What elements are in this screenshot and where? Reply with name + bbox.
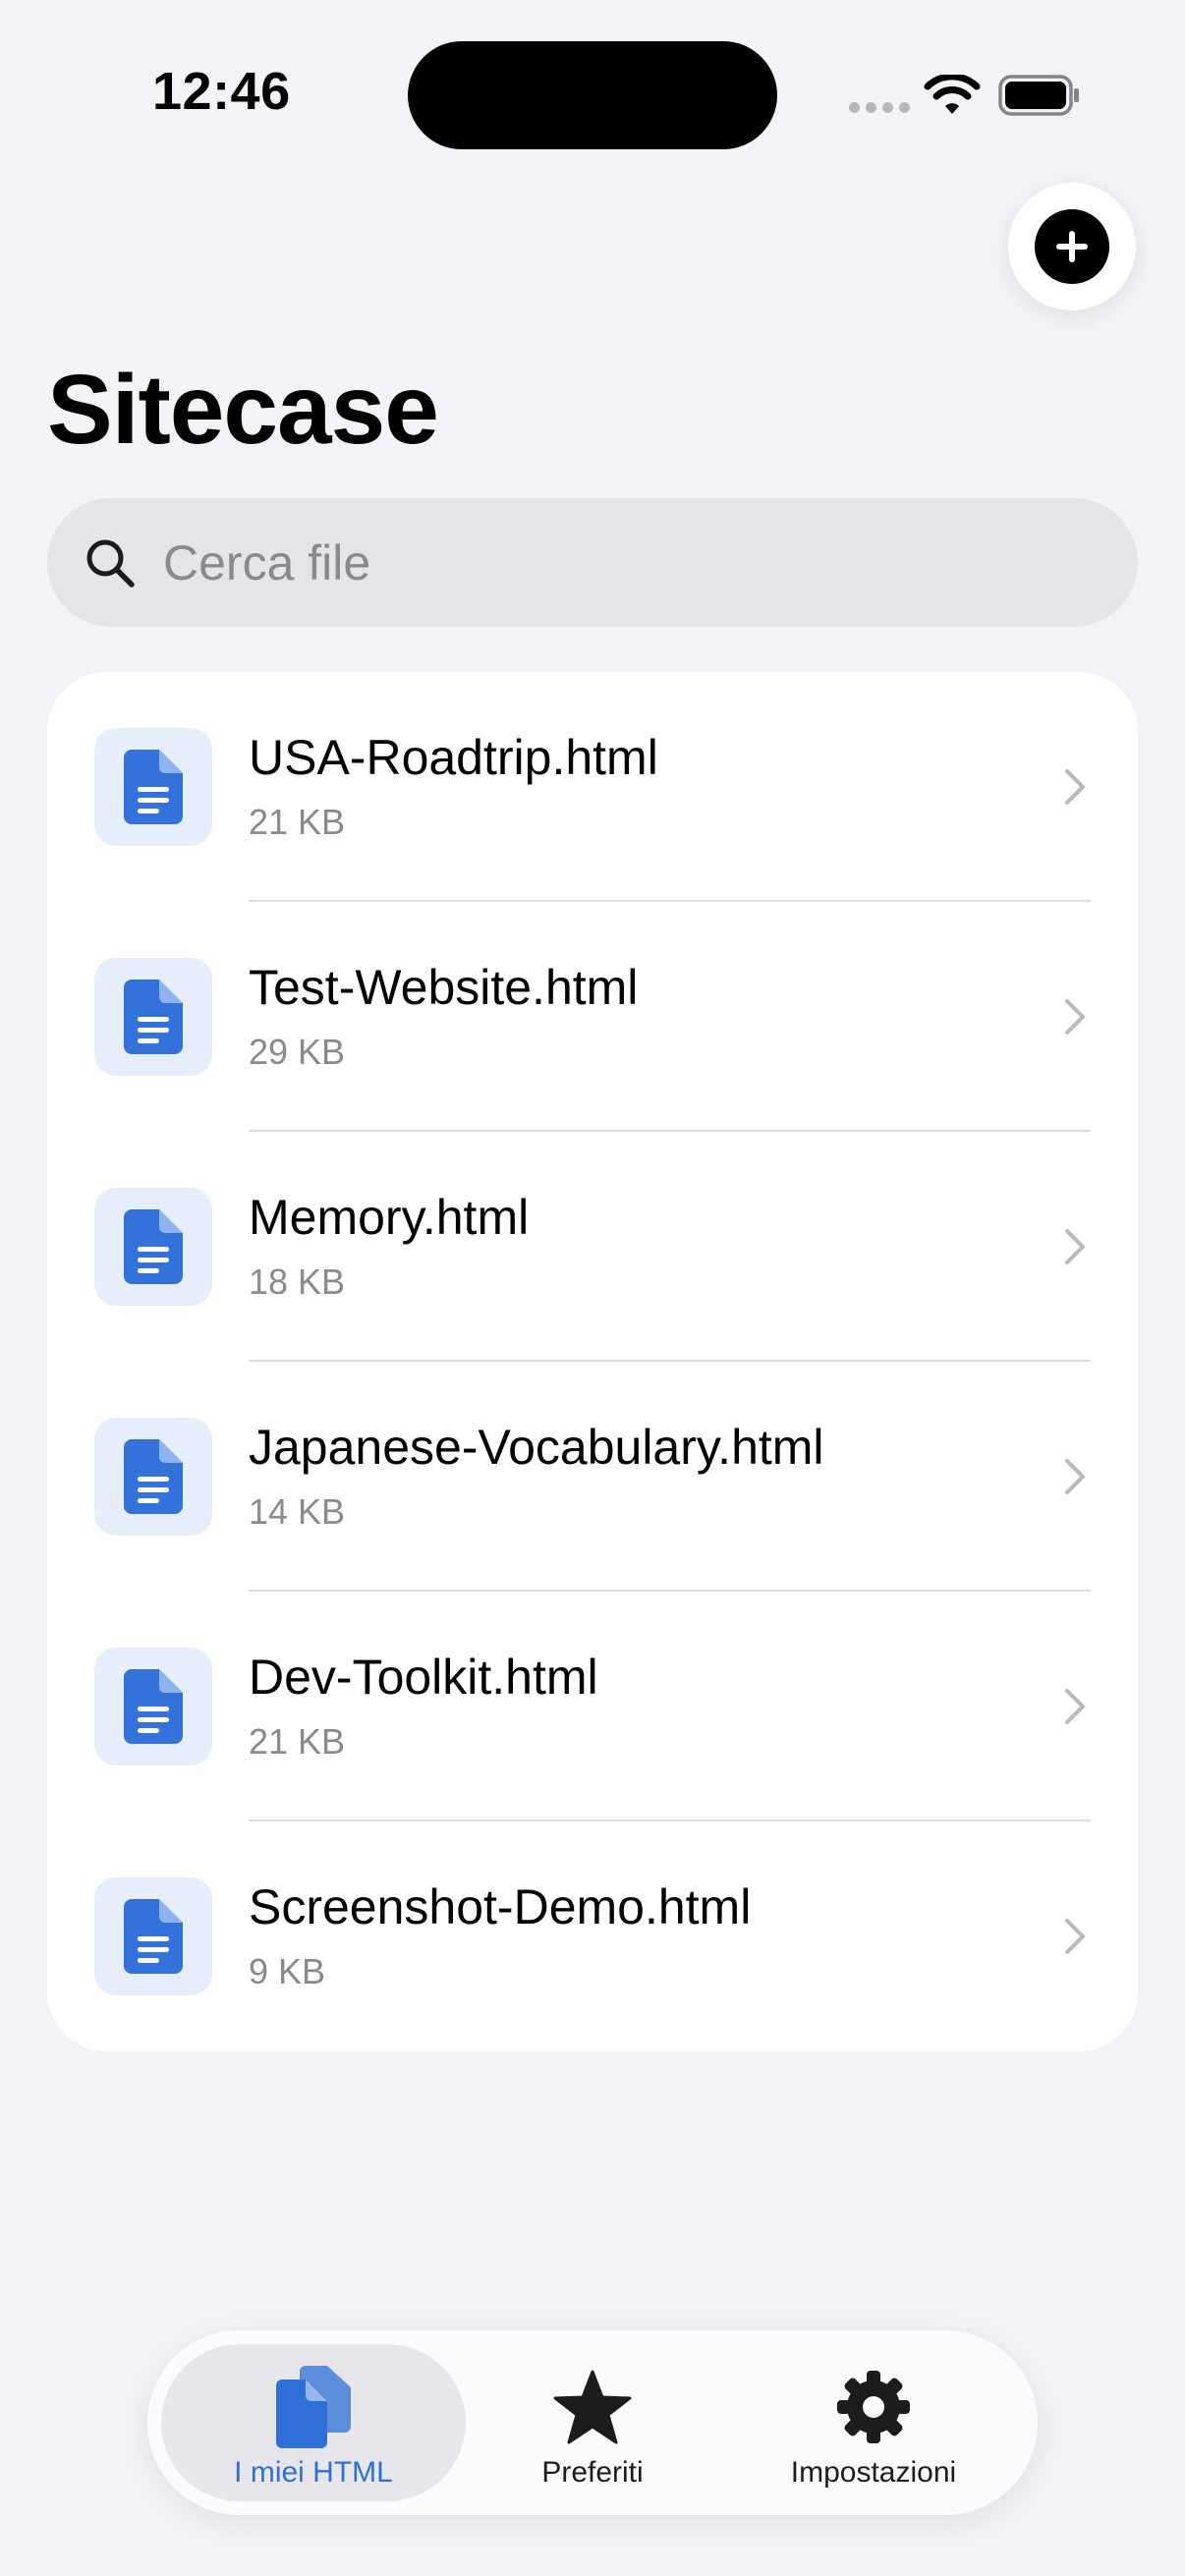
file-icon-tile (94, 958, 212, 1076)
file-row[interactable]: Test-Website.html 29 KB (47, 902, 1138, 1132)
status-time: 12:46 (152, 62, 291, 121)
search-bar[interactable] (47, 498, 1138, 627)
file-size: 21 KB (249, 1721, 346, 1762)
add-file-button[interactable] (1008, 183, 1136, 310)
file-row[interactable]: USA-Roadtrip.html 21 KB (47, 672, 1138, 902)
file-icon-tile (94, 1648, 212, 1765)
star-icon (553, 2366, 632, 2448)
file-row[interactable]: Memory.html 18 KB (47, 1132, 1138, 1362)
gear-icon (835, 2366, 912, 2448)
file-size: 14 KB (249, 1491, 346, 1532)
screen: 12:46 Sitecase Cerca file USA-Roadtrip.h… (0, 0, 1185, 2576)
file-size: 9 KB (249, 1951, 326, 1991)
document-icon (124, 1899, 183, 1974)
document-icon (124, 1439, 183, 1514)
file-icon-tile (94, 1877, 212, 1995)
chevron-right-icon (1065, 769, 1085, 805)
file-row[interactable]: Screenshot-Demo.html 9 KB (47, 1821, 1138, 2051)
tab-label: I miei HTML (234, 2456, 393, 2489)
dynamic-island (408, 41, 777, 149)
tab-bar: I miei HTML Preferiti Impostazioni (147, 2330, 1038, 2515)
document-icon (124, 1669, 183, 1744)
file-icon-tile (94, 1188, 212, 1306)
tab-favorites[interactable]: Preferiti (442, 2344, 743, 2501)
chevron-right-icon (1065, 1919, 1085, 1954)
file-name: USA-Roadtrip.html (249, 730, 658, 785)
file-row[interactable]: Dev-Toolkit.html 21 KB (47, 1592, 1138, 1821)
file-name: Dev-Toolkit.html (249, 1650, 598, 1705)
tab-settings[interactable]: Impostazioni (723, 2344, 1024, 2501)
chevron-right-icon (1065, 1459, 1085, 1494)
file-row[interactable]: Japanese-Vocabulary.html 14 KB (47, 1362, 1138, 1592)
file-size: 18 KB (249, 1261, 346, 1302)
chevron-right-icon (1065, 1689, 1085, 1724)
battery-icon (998, 75, 1079, 116)
file-size: 29 KB (249, 1032, 346, 1072)
file-list: USA-Roadtrip.html 21 KB Test-Website.htm… (47, 672, 1138, 2051)
documents-icon (276, 2366, 351, 2448)
tab-my-html[interactable]: I miei HTML (161, 2344, 466, 2501)
file-name: Test-Website.html (249, 960, 639, 1015)
document-icon (124, 980, 183, 1054)
search-icon (86, 539, 135, 588)
file-icon-tile (94, 728, 212, 846)
file-name: Memory.html (249, 1190, 530, 1245)
cellular-signal-icon (849, 102, 910, 113)
tab-label: Preferiti (541, 2456, 644, 2489)
tab-label: Impostazioni (790, 2456, 957, 2489)
chevron-right-icon (1065, 999, 1085, 1035)
chevron-right-icon (1065, 1229, 1085, 1264)
wifi-icon (924, 75, 981, 114)
page-title: Sitecase (47, 355, 439, 465)
file-icon-tile (94, 1418, 212, 1536)
file-name: Japanese-Vocabulary.html (249, 1420, 824, 1475)
document-icon (124, 1209, 183, 1284)
file-name: Screenshot-Demo.html (249, 1879, 752, 1934)
plus-icon (1035, 209, 1109, 284)
document-icon (124, 750, 183, 824)
search-input[interactable] (163, 498, 1106, 627)
file-size: 21 KB (249, 802, 346, 842)
